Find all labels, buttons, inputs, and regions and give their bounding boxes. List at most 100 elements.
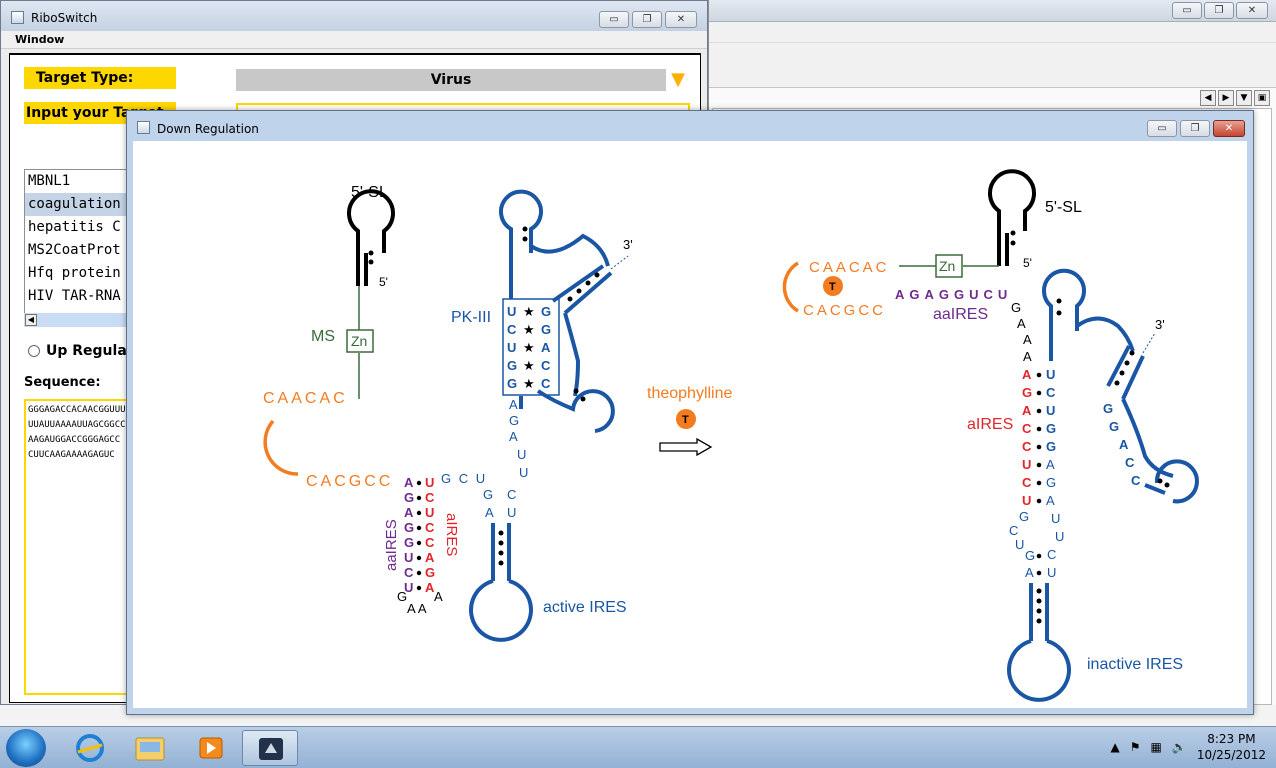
ribo-restore-button[interactable]: ❐	[632, 11, 662, 28]
bg-toolbar	[709, 22, 1276, 88]
left-5sl-label: 5'-SL	[351, 184, 388, 201]
menu-window[interactable]: Window	[1, 31, 707, 49]
aaires-column: A G A G G U C U	[404, 475, 414, 595]
nav-maximize-icon[interactable]: ▣	[1254, 90, 1270, 106]
aires-column: U C U C C A G A	[425, 475, 435, 595]
agauu-strand: A G A U U	[509, 397, 528, 480]
file-explorer-icon[interactable]	[122, 730, 178, 766]
background-window-titlebar: ▭ ❐ ✕	[709, 0, 1276, 22]
left-3prime-dash	[610, 255, 629, 270]
right-stem-right-column: U C U G G A G A	[1046, 367, 1056, 508]
svg-text:G: G	[1025, 548, 1035, 563]
svg-text:A: A	[425, 550, 435, 565]
down-minimize-button[interactable]: ▭	[1147, 120, 1177, 137]
svg-text:G: G	[1046, 439, 1056, 454]
left-caacac: CAACAC	[263, 390, 348, 407]
svg-text:U: U	[1022, 493, 1031, 508]
left-zn-label: Zn	[351, 333, 367, 349]
up-regulation-option[interactable]: Up Regulat	[28, 343, 133, 359]
right-3prime-label: 3'	[1155, 317, 1165, 332]
svg-text:C: C	[507, 487, 516, 502]
pk-left-base: G	[507, 376, 517, 391]
svg-text:G: G	[1046, 421, 1056, 436]
right-lower-dots	[1036, 553, 1042, 576]
clock-time: 8:23 PM	[1207, 732, 1256, 746]
volume-icon[interactable]: 🔈	[1172, 740, 1187, 754]
left-cacgcc: CACGCC	[306, 473, 393, 490]
ribo-minimize-button[interactable]: ▭	[599, 11, 629, 28]
svg-text:C: C	[425, 535, 435, 550]
ga-cu-bases: G A C U	[483, 487, 516, 520]
clock[interactable]: 8:23 PM 10/25/2012	[1197, 731, 1266, 763]
svg-text:A: A	[509, 429, 518, 444]
target-type-label: Target Type:	[24, 67, 176, 89]
java-app-taskbar-icon[interactable]	[242, 730, 298, 766]
right-caacac: CAACAC	[809, 259, 890, 276]
target-type-select[interactable]: Virus	[236, 69, 666, 91]
pk-left-base: C	[507, 322, 517, 337]
network-icon[interactable]: ▦	[1151, 740, 1162, 754]
pk-right-base: G	[541, 304, 551, 319]
nav-down-icon[interactable]: ▼	[1236, 90, 1252, 106]
svg-text:U: U	[1046, 367, 1055, 382]
right-lower-left: G C U G A	[1009, 509, 1035, 580]
media-player-icon[interactable]	[182, 730, 238, 766]
theophylline-label: theophylline	[647, 385, 733, 402]
system-tray: ▲ ⚑ ▦ 🔈 8:23 PM 10/25/2012	[1111, 731, 1266, 763]
svg-text:C: C	[404, 565, 414, 580]
internet-explorer-icon[interactable]	[62, 730, 118, 766]
pk-left-base: U	[507, 340, 516, 355]
scroll-left-icon[interactable]: ◀	[25, 314, 37, 326]
svg-text:U: U	[425, 475, 434, 490]
svg-text:G: G	[509, 413, 519, 428]
taskbar: ▲ ⚑ ▦ 🔈 8:23 PM 10/25/2012	[0, 726, 1276, 768]
left-aaires-label: aaIRES	[383, 519, 400, 571]
java-app-icon	[137, 121, 150, 134]
active-ires-label: active IRES	[543, 599, 627, 616]
right-pk-dots	[1056, 298, 1170, 488]
svg-text:★: ★	[523, 376, 535, 391]
sequence-label: Sequence:	[24, 375, 101, 390]
bg-nav-buttons: ◀ ▶ ▼ ▣	[1200, 90, 1270, 106]
svg-text:G: G	[1103, 401, 1113, 416]
svg-text:C: C	[1046, 385, 1056, 400]
svg-text:U: U	[507, 505, 516, 520]
svg-text:★: ★	[523, 304, 535, 319]
riboswitch-titlebar: RiboSwitch ▭ ❐ ✕	[1, 1, 707, 31]
right-orange-arc	[782, 261, 799, 313]
svg-text:C: C	[1047, 547, 1056, 562]
start-button[interactable]	[6, 729, 46, 767]
svg-text:G: G	[404, 535, 414, 550]
svg-text:U: U	[1051, 511, 1060, 526]
nav-left-icon[interactable]: ◀	[1200, 90, 1216, 106]
right-zn-label: Zn	[939, 258, 955, 274]
down-restore-button[interactable]: ❐	[1180, 120, 1210, 137]
right-cacgcc: CACGCC	[803, 302, 886, 319]
diagram-canvas: 5'-SL 5' MS Zn CAACAC CACGCC 3' PK-III U…	[133, 141, 1247, 708]
svg-text:A: A	[1022, 367, 1032, 382]
svg-text:G: G	[1046, 475, 1056, 490]
ribo-close-button[interactable]: ✕	[665, 11, 697, 28]
radio-button[interactable]	[28, 345, 40, 357]
svg-text:G: G	[1019, 509, 1029, 524]
left-aires-label: aIRES	[443, 513, 460, 556]
right-ggacc: G G A C C	[1103, 401, 1141, 488]
bg-close-button[interactable]: ✕	[1236, 2, 1268, 19]
show-hidden-icons-icon[interactable]: ▲	[1111, 740, 1120, 754]
bg-minimize-button[interactable]: ▭	[1172, 2, 1202, 19]
action-center-flag-icon[interactable]: ⚑	[1130, 740, 1141, 754]
right-aaires-label: aaIRES	[933, 306, 988, 323]
svg-text:A: A	[485, 505, 494, 520]
nav-right-icon[interactable]: ▶	[1218, 90, 1234, 106]
down-regulation-title: Down Regulation	[157, 122, 259, 136]
down-close-button[interactable]: ✕	[1213, 120, 1245, 137]
svg-text:★: ★	[523, 358, 535, 373]
down-regulation-window: Down Regulation ▭ ❐ ✕ 5'-SL 5' MS Zn CAA…	[126, 110, 1254, 715]
bg-restore-button[interactable]: ❐	[1204, 2, 1234, 19]
right-bound-ligand-label: T	[829, 281, 836, 293]
svg-text:U: U	[425, 505, 434, 520]
left-3prime-label: 3'	[623, 237, 633, 252]
pk-right-base: C	[541, 358, 551, 373]
dropdown-arrow-icon[interactable]: ▼	[667, 69, 689, 91]
svg-text:C: C	[1009, 523, 1018, 538]
